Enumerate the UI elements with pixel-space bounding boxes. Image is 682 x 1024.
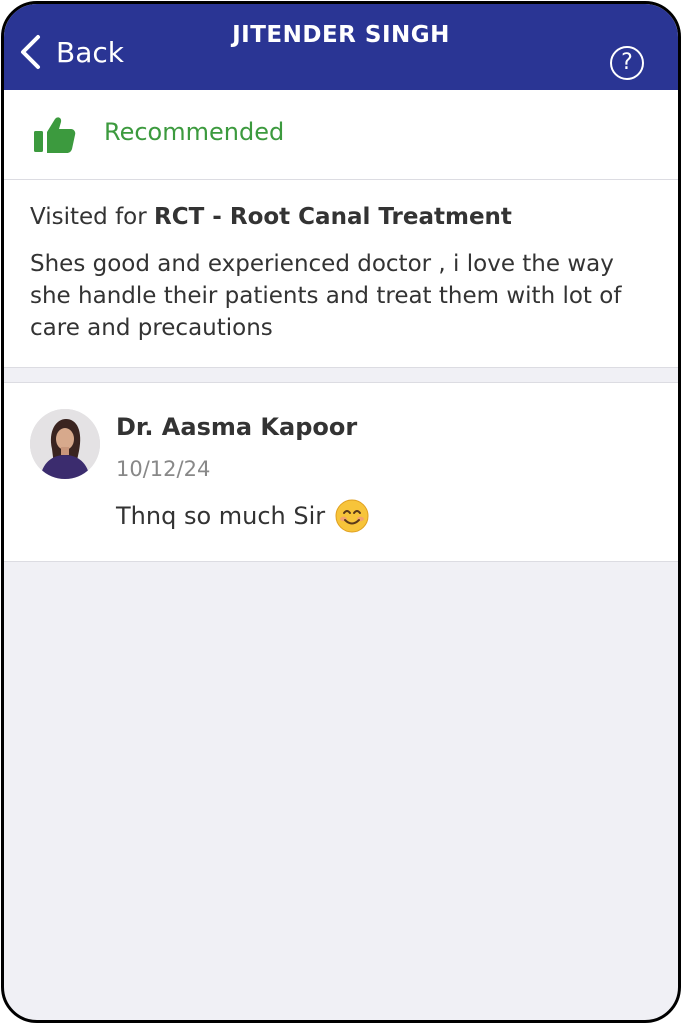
- doctor-reply-card: Dr. Aasma Kapoor 10/12/24 Thnq so much S…: [4, 382, 678, 562]
- doctor-name: Dr. Aasma Kapoor: [116, 413, 358, 441]
- doctor-photo: [30, 409, 100, 479]
- recommendation-row: Recommended: [4, 90, 678, 180]
- thumbs-up-icon: [34, 117, 76, 153]
- recommended-label: Recommended: [104, 118, 285, 146]
- reply-message: Thnq so much Sir: [116, 499, 369, 533]
- reply-date: 10/12/24: [116, 457, 211, 481]
- help-icon[interactable]: ?: [610, 46, 644, 80]
- phone-frame: Back JITENDER SINGH ? Recommended Visite…: [1, 1, 681, 1023]
- treatment-name: RCT - Root Canal Treatment: [154, 204, 512, 230]
- avatar: [30, 409, 100, 479]
- review-section: Visited for RCT - Root Canal Treatment S…: [4, 180, 678, 368]
- smiling-face-icon: [335, 499, 369, 533]
- visited-prefix: Visited for: [30, 204, 155, 230]
- visited-for-line: Visited for RCT - Root Canal Treatment: [30, 204, 652, 230]
- header-bar: Back JITENDER SINGH ?: [4, 4, 678, 90]
- page-title: JITENDER SINGH: [232, 22, 450, 48]
- review-text: Shes good and experienced doctor , i lov…: [30, 251, 622, 341]
- reply-text: Thnq so much Sir: [116, 502, 326, 530]
